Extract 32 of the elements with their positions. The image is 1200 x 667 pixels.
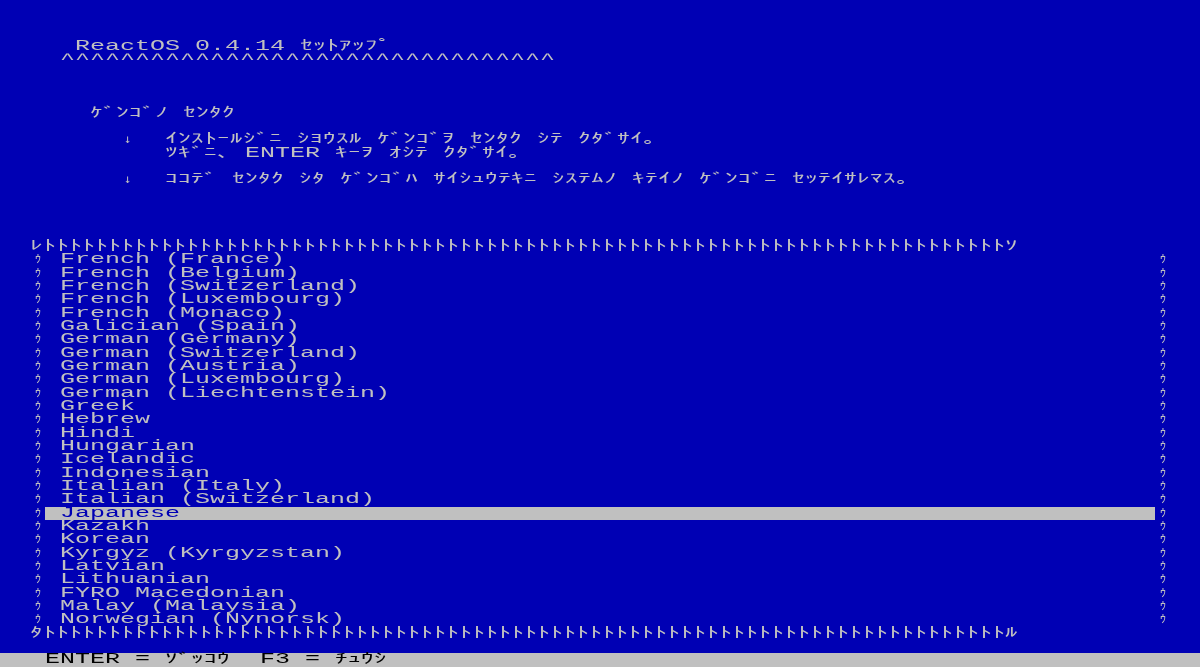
- language-item[interactable]: Kyrgyz (Kyrgyzstan): [45, 546, 1155, 560]
- language-item[interactable]: Lithuanian: [45, 573, 1155, 587]
- section-heading: ｹﾞﾝｺﾞﾉ ｾﾝﾀｸ: [90, 106, 235, 120]
- language-item[interactable]: Kazakh: [45, 519, 1155, 534]
- language-item[interactable]: Hebrew: [45, 413, 1155, 427]
- language-item[interactable]: French (France): [45, 253, 1155, 267]
- language-item[interactable]: Korean: [45, 533, 1155, 547]
- instruction-text: ﾂｷﾞﾆ､ ENTER ｷｰｦ ｵｼﾃ ｸﾀﾞｻｲ｡: [165, 146, 522, 160]
- language-item[interactable]: French (Belgium): [45, 266, 1155, 280]
- language-item[interactable]: Japanese: [45, 506, 1155, 520]
- language-item[interactable]: Icelandic: [45, 453, 1155, 467]
- setup-title: ReactOS 0.4.14 ｾｯﾄｱｯﾌﾟ: [75, 40, 392, 54]
- language-item[interactable]: French (Luxembourg): [45, 293, 1155, 307]
- status-bar: ENTER = ｿﾞｯｺｳ F3 = ﾁｭｳｼ: [0, 653, 1200, 667]
- language-item[interactable]: German (Liechtenstein): [45, 386, 1155, 400]
- language-item[interactable]: Italian (Switzerland): [45, 493, 1155, 507]
- frame-left-line: ｳｳｳｳｳｳｳｳｳｳｳｳｳｳｳｳｳｳｳｳｳｳｳｳｳｳｳｳ: [34, 253, 42, 627]
- language-item[interactable]: German (Luxembourg): [45, 373, 1155, 387]
- language-item[interactable]: Hungarian: [45, 439, 1155, 454]
- language-item[interactable]: Norwegian (Nynorsk): [45, 613, 1155, 627]
- language-item[interactable]: French (Monaco): [45, 306, 1155, 320]
- frame-right-line: ｳｳｳｳｳｳｳｳｳｳｳｳｳｳｳｳｳｳｳｳｳｳｳｳｳｳｳｳ: [1158, 253, 1167, 627]
- frame-bottom-line: ﾀﾄﾄﾄﾄﾄﾄﾄﾄﾄﾄﾄﾄﾄﾄﾄﾄﾄﾄﾄﾄﾄﾄﾄﾄﾄﾄﾄﾄﾄﾄﾄﾄﾄﾄﾄﾄﾄﾄﾄﾄﾄﾄﾄﾄﾄﾄﾄﾄﾄﾄﾄﾄﾄﾄﾄﾄﾄﾄﾄﾄﾄﾄﾄﾄﾄﾄﾄﾄﾄﾄﾄﾄﾄﾄﾙ: [30, 626, 1018, 640]
- language-item[interactable]: Hindi: [45, 426, 1155, 440]
- instruction-text: ｺｺﾃﾞ ｾﾝﾀｸ ｼﾀ ｹﾞﾝｺﾞﾊ ｻｲｼｭｳﾃｷﾆ ｼｽﾃﾑﾉ ｷﾃｲﾉ ｹﾞﾝｺﾞﾆ ｾｯﾃｲｻﾚﾏｽ｡: [165, 173, 910, 187]
- language-item[interactable]: German (Germany): [45, 333, 1155, 347]
- title-underline: ^^^^^^^^^^^^^^^^^^^^^^^^^^^^^^^^^: [60, 53, 556, 67]
- language-item[interactable]: Indonesian: [45, 466, 1155, 480]
- arrow-bullet: ↓: [122, 133, 133, 147]
- arrow-bullet: ↓: [122, 173, 133, 187]
- language-item[interactable]: FYRO Macedonian: [45, 586, 1155, 600]
- language-item[interactable]: German (Switzerland): [45, 346, 1155, 360]
